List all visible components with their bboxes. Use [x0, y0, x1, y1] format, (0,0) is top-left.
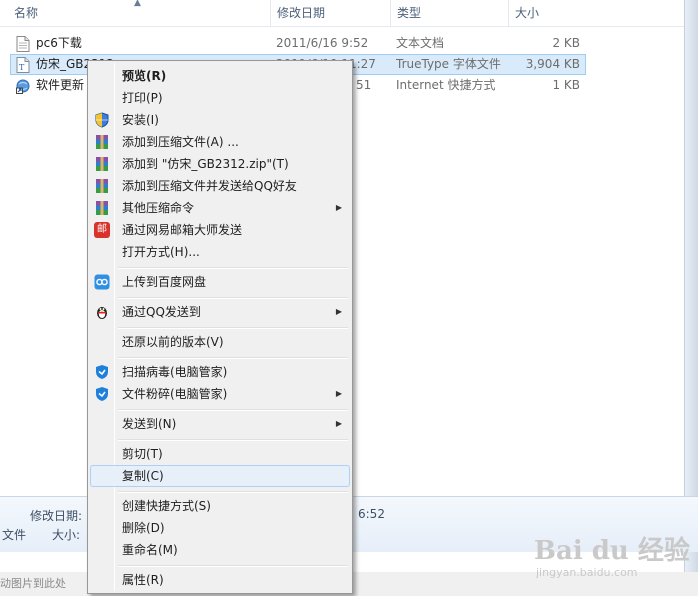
menu-separator [118, 409, 348, 411]
tencent-pc-manager-icon [96, 387, 108, 401]
submenu-arrow-icon: ▶ [335, 389, 342, 398]
menu-item-create-shortcut[interactable]: 创建快捷方式(S) [90, 495, 350, 517]
watermark: Bai du 经验 jingyan.baidu.com [534, 530, 690, 579]
menu-item-label: 发送到(N) [122, 417, 177, 431]
menu-item-send-via-qq[interactable]: 通过QQ发送到 ▶ [90, 301, 350, 323]
menu-separator [118, 327, 348, 329]
watermark-logo-text: Bai du 经验 [534, 536, 690, 566]
menu-item-add-to-archive[interactable]: 添加到压缩文件(A) ... [90, 131, 350, 153]
menu-separator [118, 491, 348, 493]
submenu-arrow-icon: ▶ [335, 203, 342, 212]
file-type: 文本文档 [396, 36, 445, 50]
baidu-netdisk-icon [94, 274, 110, 290]
svg-text:T: T [19, 63, 25, 72]
menu-separator [118, 267, 348, 269]
netease-mail-icon: 邮 [94, 222, 110, 238]
shield-icon [95, 112, 109, 128]
window-right-border [684, 0, 698, 572]
menu-item-label: 通过网易邮箱大师发送 [122, 223, 243, 237]
menu-separator [118, 439, 348, 441]
menu-item-delete[interactable]: 删除(D) [90, 517, 350, 539]
menu-separator [118, 357, 348, 359]
menu-item-label: 扫描病毒(电脑管家) [122, 365, 228, 379]
menu-item-label: 创建快捷方式(S) [122, 499, 211, 513]
column-header-bar: 名称 ▲ 修改日期 类型 大小 [0, 0, 698, 27]
details-type-fragment: 文件 [2, 528, 27, 542]
menu-item-label: 打开方式(H)... [122, 245, 200, 259]
qq-penguin-icon [97, 307, 107, 319]
menu-item-properties[interactable]: 属性(R) [90, 569, 350, 591]
winrar-icon [96, 157, 108, 171]
file-row[interactable]: pc6下载 2011/6/16 9:52 文本文档 2 KB [10, 33, 586, 54]
column-header-type[interactable]: 类型 [390, 0, 508, 27]
menu-item-label: 预览(R) [122, 69, 167, 83]
details-size-label: 大小: [52, 528, 81, 542]
menu-item-label: 还原以前的版本(V) [122, 335, 224, 349]
file-date: 51 [356, 78, 372, 92]
menu-item-file-shred[interactable]: 文件粉碎(电脑管家) ▶ [90, 383, 350, 405]
file-size: 1 KB [552, 78, 580, 92]
menu-separator [118, 565, 348, 567]
menu-item-netease-mail[interactable]: 邮 通过网易邮箱大师发送 [90, 219, 350, 241]
menu-item-label: 重命名(M) [122, 543, 178, 557]
menu-item-label: 安装(I) [122, 113, 159, 127]
menu-item-label: 添加到压缩文件并发送给QQ好友 [122, 179, 297, 193]
column-header-date[interactable]: 修改日期 [270, 0, 390, 27]
menu-item-label: 通过QQ发送到 [122, 305, 201, 319]
column-header-size[interactable]: 大小 [508, 0, 588, 27]
menu-item-restore-previous[interactable]: 还原以前的版本(V) [90, 331, 350, 353]
details-modified-value: 6:52 [358, 507, 385, 521]
menu-item-virus-scan[interactable]: 扫描病毒(电脑管家) [90, 361, 350, 383]
menu-item-label: 其他压缩命令 [122, 201, 195, 215]
menu-item-send-to[interactable]: 发送到(N) ▶ [90, 413, 350, 435]
file-type: Internet 快捷方式 [396, 78, 496, 92]
menu-item-label: 打印(P) [122, 91, 163, 105]
tencent-pc-manager-icon [96, 365, 108, 379]
text-document-icon [16, 36, 30, 52]
menu-item-label: 文件粉碎(电脑管家) [122, 387, 228, 401]
watermark-url: jingyan.baidu.com [536, 566, 638, 579]
context-menu: 预览(R) 打印(P) 安装(I) 添加到压缩文件(A) ... 添加到 "仿宋… [87, 60, 353, 594]
status-text: 动图片到此处 [0, 577, 66, 590]
submenu-arrow-icon: ▶ [335, 419, 342, 428]
menu-item-label: 剪切(T) [122, 447, 163, 461]
winrar-icon [96, 201, 108, 215]
menu-item-add-to-zip[interactable]: 添加到 "仿宋_GB2312.zip"(T) [90, 153, 350, 175]
winrar-icon [96, 135, 108, 149]
menu-item-label: 属性(R) [122, 573, 164, 587]
menu-item-label: 添加到 "仿宋_GB2312.zip"(T) [122, 157, 289, 171]
menu-item-label: 上传到百度网盘 [122, 275, 207, 289]
menu-item-preview[interactable]: 预览(R) [90, 65, 350, 87]
menu-item-open-with[interactable]: 打开方式(H)... [90, 241, 350, 263]
file-size: 3,904 KB [525, 57, 580, 71]
file-name: 软件更新 [36, 78, 85, 92]
submenu-arrow-icon: ▶ [335, 307, 342, 316]
file-date: 2011/6/16 9:52 [276, 36, 369, 50]
menu-item-label: 添加到压缩文件(A) ... [122, 135, 239, 149]
details-modified-label: 修改日期: [30, 509, 83, 523]
sort-ascending-icon: ▲ [134, 0, 141, 8]
menu-item-copy[interactable]: 复制(C) [90, 465, 350, 487]
menu-item-label: 复制(C) [122, 469, 164, 483]
menu-item-install[interactable]: 安装(I) [90, 109, 350, 131]
menu-item-other-compress[interactable]: 其他压缩命令 ▶ [90, 197, 350, 219]
menu-separator [118, 297, 348, 299]
menu-item-rename[interactable]: 重命名(M) [90, 539, 350, 561]
menu-item-baidu-netdisk[interactable]: 上传到百度网盘 [90, 271, 350, 293]
menu-item-cut[interactable]: 剪切(T) [90, 443, 350, 465]
file-name: pc6下载 [36, 36, 82, 50]
menu-item-label: 删除(D) [122, 521, 165, 535]
winrar-icon [96, 179, 108, 193]
internet-shortcut-icon [16, 79, 30, 94]
file-type: TrueType 字体文件 [396, 57, 501, 71]
font-file-icon: T [16, 57, 30, 73]
menu-item-compress-send-qq[interactable]: 添加到压缩文件并发送给QQ好友 [90, 175, 350, 197]
file-size: 2 KB [552, 36, 580, 50]
menu-item-print[interactable]: 打印(P) [90, 87, 350, 109]
